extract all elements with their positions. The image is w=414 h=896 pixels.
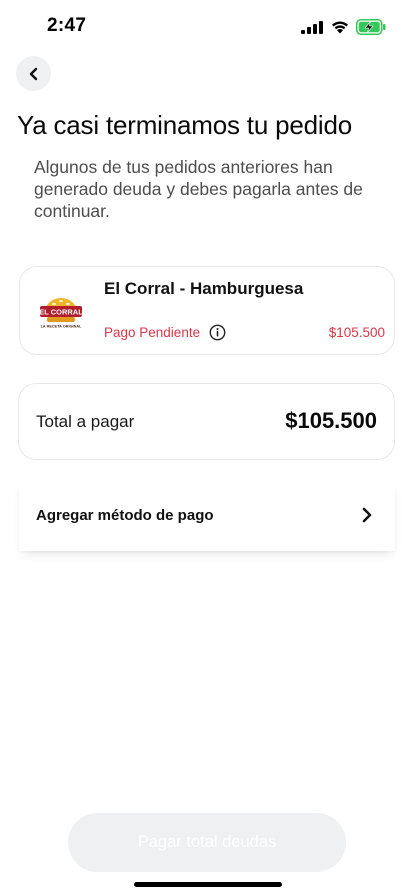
logo-tagline: LA RECETA ORIGINAL: [41, 325, 82, 329]
debt-card[interactable]: EL CORRAL LA RECETA ORIGINAL El Corral -…: [19, 266, 395, 355]
wifi-icon: [332, 21, 348, 34]
pay-total-debts-button[interactable]: Pagar total deudas: [68, 813, 346, 872]
back-button[interactable]: [16, 56, 51, 91]
home-indicator: [134, 882, 282, 887]
debt-amount: $105.500: [328, 325, 385, 340]
chevron-right-icon: [362, 507, 372, 523]
add-payment-method-label: Agregar método de pago: [36, 507, 214, 524]
store-name: El Corral - Hamburguesa: [104, 279, 304, 298]
info-icon[interactable]: [209, 324, 226, 341]
total-label: Total a pagar: [36, 412, 135, 431]
add-payment-method-button[interactable]: Agregar método de pago: [19, 481, 395, 551]
logo-wordmark: EL CORRAL: [39, 308, 83, 317]
page-title: Ya casi terminamos tu pedido: [17, 110, 352, 140]
store-logo: EL CORRAL LA RECETA ORIGINAL: [39, 298, 83, 329]
page-subtitle: Algunos de tus pedidos anteriores han ge…: [34, 157, 363, 221]
payment-status-label: Pago Pendiente: [104, 325, 201, 340]
total-value: $105.500: [285, 408, 377, 433]
signal-icon: [301, 21, 323, 34]
total-card: Total a pagar $105.500: [18, 383, 395, 460]
status-bar: 2:47: [0, 0, 414, 50]
chevron-left-icon: [29, 67, 37, 80]
status-time: 2:47: [47, 15, 87, 36]
battery-charging-icon: [356, 19, 386, 35]
